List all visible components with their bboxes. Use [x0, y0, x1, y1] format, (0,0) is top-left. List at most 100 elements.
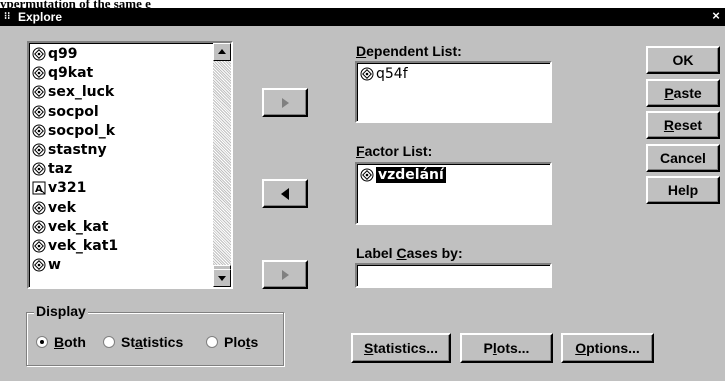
app-icon: ⁝⁝ — [4, 11, 11, 22]
scale-var-icon — [32, 85, 46, 99]
scale-var-icon — [360, 168, 374, 182]
variable-list-item[interactable]: q9kat — [32, 64, 93, 82]
plots-button[interactable]: Pl ots... — [460, 333, 553, 363]
radio-plots-label-b: s — [250, 334, 259, 350]
variable-name: vek_kat1 — [48, 238, 119, 254]
factor-list-label-mnemonic: F — [356, 143, 365, 159]
scale-var-icon — [32, 47, 46, 61]
window-title: Explore — [18, 10, 63, 24]
variable-list-item[interactable]: Av321 — [32, 179, 86, 197]
dependent-list-label-mnemonic: D — [356, 43, 367, 59]
label-cases-field[interactable] — [355, 263, 552, 288]
label-cases-label-b: ases by: — [406, 245, 463, 261]
scale-var-icon — [32, 220, 46, 234]
factor-list-label: Factor List: — [356, 143, 432, 159]
display-radio-statistics[interactable]: St a tistics — [103, 334, 183, 350]
plots-button-label-a: P — [483, 340, 493, 356]
radio-unselected-icon — [103, 336, 115, 348]
variable-name: taz — [48, 161, 73, 178]
scale-var-icon — [32, 239, 46, 253]
dependent-list-item[interactable]: q54f — [360, 65, 408, 83]
display-radio-both[interactable]: Both — [36, 334, 86, 350]
label-cases-label-mnemonic: C — [396, 245, 407, 261]
variable-name: w — [48, 257, 61, 274]
scale-var-icon — [32, 162, 46, 176]
scroll-up-button[interactable] — [213, 43, 231, 61]
scale-var-icon — [32, 201, 46, 215]
statistics-button[interactable]: Statistics... — [351, 333, 451, 363]
help-button-label: Help — [667, 182, 699, 198]
variable-list-item[interactable]: taz — [32, 160, 72, 178]
factor-list-item[interactable]: vzdelání — [360, 166, 446, 184]
radio-both-label: oth — [64, 334, 86, 350]
ok-button-label: OK — [672, 52, 694, 68]
label-cases-label: Label Cases by: — [356, 245, 463, 261]
factor-item-label: vzdelání — [376, 167, 446, 183]
variable-list-item[interactable]: vek — [32, 199, 76, 217]
scale-var-icon — [360, 67, 374, 81]
paste-button-label: aste — [673, 85, 702, 101]
cancel-button[interactable]: Cancel — [646, 144, 720, 172]
scale-var-icon — [32, 105, 46, 119]
options-button[interactable]: Options... — [561, 333, 654, 363]
variable-name: stastny — [48, 142, 107, 158]
dependent-list-label-rest: ependent List: — [366, 43, 462, 59]
ok-button[interactable]: OK — [646, 46, 720, 74]
scale-var-icon — [32, 124, 46, 138]
paste-button[interactable]: Paste — [646, 79, 720, 107]
help-button[interactable]: Help — [646, 176, 720, 204]
variable-list-scrollbar[interactable] — [213, 43, 231, 287]
variable-name: socpol — [48, 103, 99, 120]
factor-list-box[interactable]: vzdelání — [355, 162, 552, 225]
arrow-right-icon — [282, 97, 289, 108]
display-radio-plots[interactable]: Plo t s — [206, 334, 258, 350]
radio-selected-icon — [36, 336, 48, 348]
arrow-left-icon — [281, 187, 289, 200]
variable-name: vek — [48, 199, 76, 216]
variable-list-item[interactable]: socpol_k — [32, 122, 115, 140]
factor-list-label-rest: actor List: — [364, 143, 433, 159]
variable-list-item[interactable]: sex_luck — [32, 83, 114, 101]
move-to-dependent-button[interactable] — [262, 88, 308, 117]
paste-button-mnemonic: P — [664, 85, 674, 101]
cancel-button-label: Cancel — [660, 150, 706, 166]
variable-list-item[interactable]: stastny — [32, 141, 107, 159]
radio-statistics-label-a: St — [121, 334, 135, 350]
variable-list-item[interactable]: vek_kat — [32, 218, 108, 236]
radio-statistics-mnemonic: a — [135, 334, 143, 350]
move-from-factor-button[interactable] — [262, 179, 308, 208]
statistics-button-mnemonic: S — [364, 340, 374, 356]
variable-list-item[interactable]: w — [32, 256, 61, 274]
radio-both-mnemonic: B — [54, 334, 65, 350]
variable-list-item[interactable]: vek_kat1 — [32, 237, 118, 255]
variable-name: q9kat — [48, 65, 94, 82]
reset-button[interactable]: Reset — [646, 111, 720, 139]
string-var-icon: A — [32, 181, 46, 195]
close-icon[interactable]: × — [709, 9, 723, 23]
explore-dialog: ⁝⁝ Explore × w vek_kat1 vek_kat vek Av321 taz… — [0, 8, 725, 381]
scroll-down-button[interactable] — [213, 269, 231, 287]
svg-text:A: A — [35, 184, 43, 195]
options-button-label: ptions... — [586, 340, 640, 356]
reset-button-mnemonic: R — [663, 117, 675, 133]
label-cases-label-a: Label — [356, 245, 397, 261]
source-variable-list[interactable]: w vek_kat1 vek_kat vek Av321 taz stastny socpol… — [27, 41, 233, 289]
variable-name: q99 — [48, 46, 78, 62]
scale-var-icon — [32, 258, 46, 272]
radio-statistics-label-b: tistics — [142, 334, 184, 350]
display-group-label: Display — [34, 303, 88, 319]
scroll-down-icon — [218, 276, 226, 281]
radio-plots-label-a: Plo — [224, 334, 246, 350]
statistics-button-label: tatistics... — [373, 340, 438, 356]
dependent-list-box[interactable]: q54f — [355, 61, 552, 123]
plots-button-label-b: ots... — [496, 340, 530, 356]
variable-name: v321 — [48, 180, 87, 197]
variable-name: vek_kat — [48, 218, 109, 235]
scale-var-icon — [32, 143, 46, 157]
dependent-list-label: Dependent List: — [356, 43, 462, 59]
options-button-mnemonic: O — [575, 340, 587, 356]
variable-name: socpol_k — [48, 122, 115, 139]
variable-list-item[interactable]: q99 — [32, 45, 78, 63]
variable-list-item[interactable]: socpol — [32, 103, 99, 121]
move-to-label-cases-button[interactable] — [262, 260, 308, 289]
